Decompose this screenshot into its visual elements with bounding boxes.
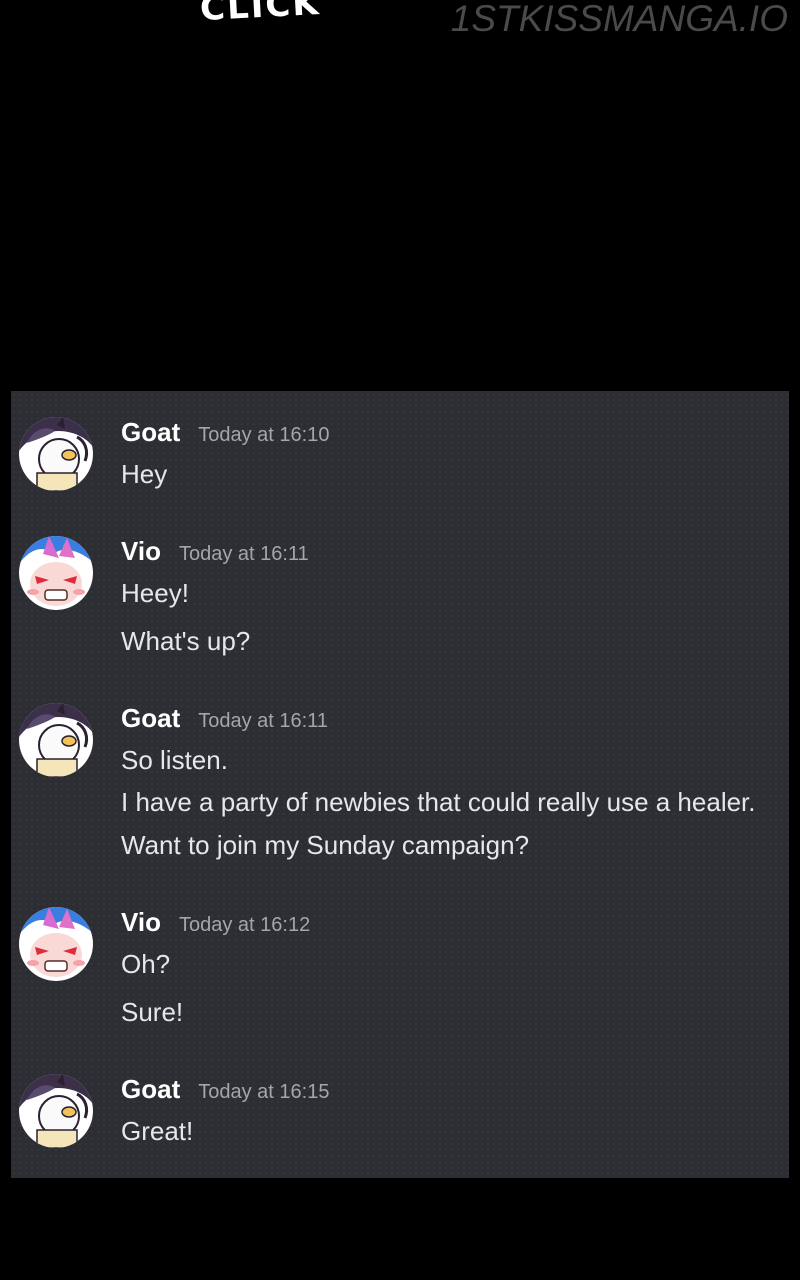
- username[interactable]: Goat: [121, 703, 180, 733]
- message-text: I have a party of newbies that could rea…: [121, 787, 756, 817]
- watermark: 1STKISSMANGA.IO: [450, 0, 788, 39]
- timestamp: Today at 16:10: [198, 424, 330, 446]
- timestamp: Today at 16:12: [178, 914, 311, 936]
- message-text: Heey!: [121, 578, 189, 608]
- message-text: Great!: [121, 1116, 194, 1146]
- vio-avatar-icon[interactable]: [19, 536, 93, 610]
- message-text: Want to join my Sunday campaign?: [121, 830, 530, 860]
- goat-avatar-icon[interactable]: [19, 417, 93, 491]
- message-header: Vio Today at 16:12: [121, 907, 310, 938]
- message-text: Hey: [121, 459, 168, 489]
- goat-avatar-icon[interactable]: [19, 703, 93, 777]
- username[interactable]: Vio: [121, 536, 161, 566]
- manga-page: CLICK 1STKISSMANGA.IO Goat Today at 16:10: [0, 0, 800, 1280]
- message-text: Sure!: [121, 997, 184, 1027]
- vio-avatar-icon[interactable]: [19, 907, 93, 981]
- timestamp: Today at 16:15: [198, 1081, 330, 1103]
- message-text: What's up?: [121, 626, 251, 656]
- timestamp: Today at 16:11: [198, 710, 328, 732]
- message-text: Oh?: [121, 949, 171, 979]
- message-header: Goat Today at 16:10: [121, 417, 329, 448]
- message-text: So listen.: [121, 745, 228, 775]
- message-header: Vio Today at 16:11: [121, 536, 309, 567]
- sound-effect-text: CLICK: [199, 0, 322, 30]
- goat-avatar-icon[interactable]: [19, 1074, 93, 1148]
- username[interactable]: Goat: [121, 1074, 180, 1104]
- message-header: Goat Today at 16:11: [121, 703, 328, 734]
- chat-panel: Goat Today at 16:10 Hey Vio Today at 16:…: [11, 391, 789, 1178]
- username[interactable]: Goat: [121, 417, 180, 447]
- message-header: Goat Today at 16:15: [121, 1074, 329, 1105]
- username[interactable]: Vio: [121, 907, 161, 937]
- timestamp: Today at 16:11: [178, 543, 309, 565]
